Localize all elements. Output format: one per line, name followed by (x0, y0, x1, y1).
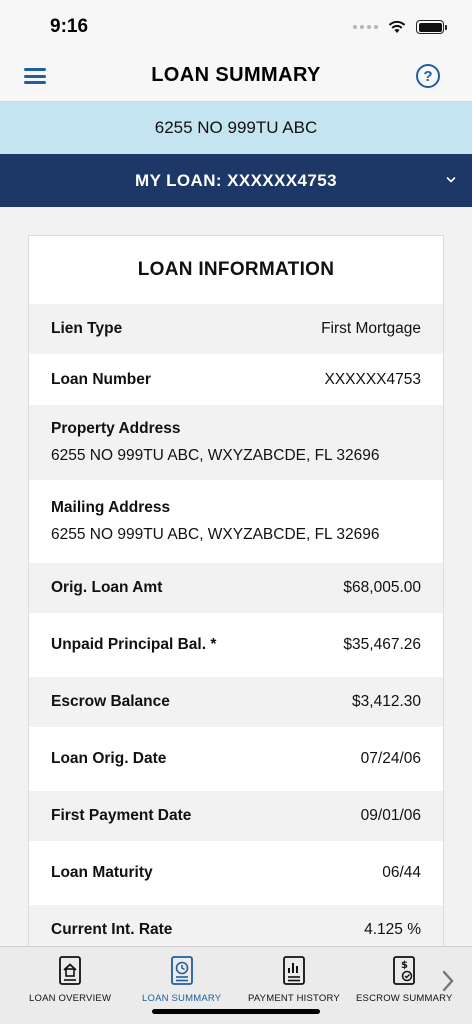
question-mark-icon: ? (423, 67, 433, 85)
row-label: Property Address (51, 420, 181, 437)
row-value: $3,412.30 (352, 693, 421, 710)
row-value: First Mortgage (321, 320, 421, 337)
row-value: XXXXXX4753 (324, 370, 421, 388)
row-value: 07/24/06 (360, 750, 421, 767)
row-orig-loan-amt: Orig. Loan Amt $68,005.00 (29, 563, 443, 613)
tab-loan-summary[interactable]: LOAN SUMMARY (142, 955, 221, 1004)
tab-escrow-summary[interactable]: $ ESCROW SUMMARY (356, 955, 453, 1004)
row-label: Orig. Loan Amt (51, 579, 163, 596)
document-dollar-icon: $ (393, 956, 416, 985)
row-unpaid-principal: Unpaid Principal Bal. * $35,467.26 (29, 613, 443, 677)
chevron-down-icon (446, 177, 456, 183)
property-address-text: 6255 NO 999TU ABC (154, 118, 318, 137)
page-title: LOAN SUMMARY (151, 64, 321, 86)
row-value: 6255 NO 999TU ABC, WXYZABCDE, FL 32696 (51, 526, 380, 543)
row-label: Loan Orig. Date (51, 750, 167, 767)
status-bar: 9:16 (0, 0, 472, 50)
row-escrow-balance: Escrow Balance $3,412.30 (29, 677, 443, 727)
card-title: LOAN INFORMATION (137, 259, 335, 280)
document-clock-icon (170, 956, 193, 985)
row-value: $35,467.26 (343, 636, 421, 653)
row-property-address: Property Address 6255 NO 999TU ABC, WXYZ… (29, 405, 443, 480)
help-button[interactable]: ? (416, 64, 440, 88)
row-lien-type: Lien Type First Mortgage (29, 304, 443, 354)
status-time: 9:16 (50, 16, 89, 37)
row-value: 6255 NO 999TU ABC, WXYZABCDE, FL 32696 (51, 447, 380, 464)
signal-dots-icon (353, 25, 378, 29)
home-indicator (152, 1009, 320, 1014)
loan-selector-label: MY LOAN: XXXXXX4753 (135, 170, 337, 190)
row-loan-orig-date: Loan Orig. Date 07/24/06 (29, 727, 443, 791)
row-label: Loan Number (51, 370, 151, 388)
row-value: 06/44 (382, 864, 421, 881)
property-address-banner: 6255 NO 999TU ABC (0, 102, 472, 154)
status-icons (353, 18, 447, 36)
tab-payment-history[interactable]: PAYMENT HISTORY (248, 955, 340, 1004)
row-label: Unpaid Principal Bal. * (51, 636, 217, 653)
tab-label: PAYMENT HISTORY (248, 993, 340, 1004)
row-value: 4.125 % (364, 921, 421, 938)
row-label: Current Int. Rate (51, 921, 173, 938)
svg-text:$: $ (401, 960, 408, 971)
row-loan-number: Loan Number XXXXXX4753 (29, 354, 443, 405)
wifi-icon (388, 20, 406, 33)
row-label: Escrow Balance (51, 693, 170, 710)
tab-label: LOAN SUMMARY (142, 993, 222, 1004)
chevron-right-icon[interactable] (440, 969, 456, 993)
tab-label: LOAN OVERVIEW (29, 993, 112, 1004)
row-value: 09/01/06 (360, 807, 421, 824)
row-label: Lien Type (51, 320, 123, 337)
house-document-icon (59, 956, 81, 985)
row-label: Loan Maturity (51, 864, 153, 881)
row-value: $68,005.00 (343, 579, 421, 596)
loan-selector-dropdown[interactable]: MY LOAN: XXXXXX4753 (0, 154, 472, 207)
battery-icon (416, 20, 447, 34)
row-label: Mailing Address (51, 499, 171, 516)
navigation-bar: LOAN SUMMARY ? (0, 50, 472, 102)
row-loan-maturity: Loan Maturity 06/44 (29, 841, 443, 905)
row-mailing-address: Mailing Address 6255 NO 999TU ABC, WXYZA… (29, 480, 443, 563)
loan-information-card: LOAN INFORMATION Lien Type First Mortgag… (28, 235, 444, 955)
tab-label: ESCROW SUMMARY (356, 993, 453, 1004)
document-chart-icon (283, 956, 305, 985)
row-first-payment-date: First Payment Date 09/01/06 (29, 791, 443, 841)
tab-loan-overview[interactable]: LOAN OVERVIEW (29, 955, 111, 1004)
row-label: First Payment Date (51, 807, 192, 824)
